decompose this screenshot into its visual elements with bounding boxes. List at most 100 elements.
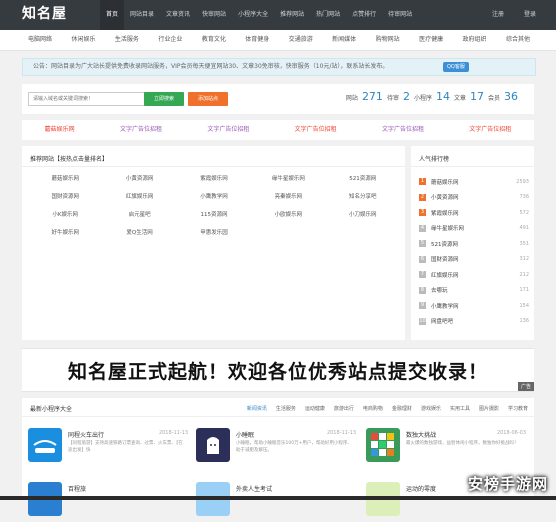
- rank-site-name[interactable]: 缘牛星娱乐网: [431, 224, 519, 232]
- site-link[interactable]: 小K娱乐网: [28, 210, 102, 218]
- miniapp-name[interactable]: 运动的零度: [406, 484, 436, 493]
- rank-site-name[interactable]: 红旗娱乐网: [431, 271, 519, 279]
- miniapp-tab[interactable]: 生活服务: [276, 405, 296, 412]
- add-site-button[interactable]: 添加站点: [188, 92, 228, 106]
- category-link[interactable]: 电脑网络: [28, 30, 52, 50]
- category-link[interactable]: 购物网站: [376, 30, 400, 50]
- category-link[interactable]: 教育文化: [202, 30, 226, 50]
- category-link[interactable]: 综合其他: [506, 30, 530, 50]
- category-link[interactable]: 医疗健康: [419, 30, 443, 50]
- category-link[interactable]: 生活服务: [115, 30, 139, 50]
- menu-fast-review[interactable]: 快审网站: [196, 0, 232, 30]
- category-link[interactable]: 交通旅游: [289, 30, 313, 50]
- banner-ad[interactable]: 知名屋正式起航！欢迎各位优秀站点提交收录！ 广告: [22, 348, 534, 392]
- login-link[interactable]: 登录: [524, 0, 536, 30]
- site-link[interactable]: 红旗娱乐网: [102, 192, 176, 200]
- miniapp-tab[interactable]: 游戏娱乐: [421, 405, 441, 412]
- miniapp-card[interactable]: 数独大挑战 2018-06-03 最火爆的数独游戏，益智休闲小程序，数独你好挑战…: [366, 428, 526, 468]
- ranking-item[interactable]: 6 国财资源网 312: [419, 252, 529, 268]
- miniapp-tab[interactable]: 学习教育: [508, 405, 528, 412]
- ad-link[interactable]: 文字广告位招租: [295, 120, 337, 140]
- ranking-item[interactable]: 10 网盘吧吧 136: [419, 314, 529, 330]
- site-logo[interactable]: 知名屋: [22, 3, 67, 23]
- ranking-item[interactable]: 8 去哪玩 171: [419, 283, 529, 299]
- miniapp-desc: 【同程旅游】支持高速铁路订票查询、过票、火车票、【在途出发】快: [68, 441, 183, 453]
- ad-link[interactable]: 文字广告位招租: [382, 120, 424, 140]
- rank-site-name[interactable]: 国财资源网: [431, 255, 519, 263]
- menu-miniapps[interactable]: 小程序大全: [232, 0, 274, 30]
- miniapp-tab[interactable]: 金融理财: [392, 405, 412, 412]
- site-link[interactable]: [251, 228, 325, 236]
- ranking-item[interactable]: 9 小鹰教学网 154: [419, 298, 529, 314]
- miniapp-name[interactable]: 小睡眠: [236, 430, 254, 439]
- stat-label: 网站: [345, 95, 358, 102]
- miniapp-tab[interactable]: 电商购物: [363, 405, 383, 412]
- ad-link[interactable]: 文字广告位招租: [469, 120, 511, 140]
- site-link[interactable]: 小欧娱乐网: [251, 210, 325, 218]
- site-link[interactable]: 知名分享吧: [326, 192, 400, 200]
- site-link[interactable]: 115资源网: [177, 210, 251, 218]
- ad-link[interactable]: 文字广告位招租: [120, 120, 162, 140]
- search-input[interactable]: [28, 92, 146, 106]
- rank-site-name[interactable]: 紫霞娱乐网: [431, 209, 519, 217]
- miniapp-card[interactable]: 同程火车出行 2018-11-13 【同程旅游】支持高速铁路订票查询、过票、火车…: [28, 428, 188, 468]
- site-link[interactable]: 缘牛星娱乐网: [251, 174, 325, 182]
- miniapp-name[interactable]: 数独大挑战: [406, 430, 436, 439]
- miniapp-card[interactable]: 百程旅: [28, 482, 188, 522]
- rank-site-name[interactable]: 521资源网: [431, 240, 519, 248]
- menu-home[interactable]: 首页: [100, 0, 125, 30]
- rank-site-name[interactable]: 去哪玩: [431, 286, 519, 294]
- site-link[interactable]: 好牛娱乐网: [28, 228, 102, 236]
- miniapp-tab[interactable]: 图片摄影: [479, 405, 499, 412]
- miniapp-card[interactable]: 外卖人生考试: [196, 482, 356, 522]
- qq-service-button[interactable]: QQ客服: [443, 62, 469, 72]
- menu-likes-ranking[interactable]: 点赞排行: [346, 0, 382, 30]
- rank-number: 1: [419, 178, 426, 186]
- miniapp-tab[interactable]: 实用工具: [450, 405, 470, 412]
- miniapp-card[interactable]: 小睡眠 2018-11-13 小睡眠，帮助小睡眠音乐100万+用户，帮助好用小程…: [196, 428, 356, 468]
- ranking-item[interactable]: 5 521资源网 351: [419, 236, 529, 252]
- category-link[interactable]: 新闻媒体: [332, 30, 356, 50]
- menu-popular[interactable]: 热门网站: [310, 0, 346, 30]
- site-link[interactable]: 小鹰教学网: [177, 192, 251, 200]
- rank-site-name[interactable]: 蘑菇娱乐网: [431, 178, 516, 186]
- miniapp-name[interactable]: 外卖人生考试: [236, 484, 272, 493]
- site-link[interactable]: 甲惠发乐园: [177, 228, 251, 236]
- ranking-item[interactable]: 3 紫霞娱乐网 572: [419, 205, 529, 221]
- ad-link[interactable]: 蘑菇娱乐网: [45, 120, 75, 140]
- menu-articles[interactable]: 文章资讯: [160, 0, 196, 30]
- menu-pending[interactable]: 待审网站: [382, 0, 418, 30]
- site-link[interactable]: 启元星吧: [102, 210, 176, 218]
- miniapp-tab[interactable]: 旅游出行: [334, 405, 354, 412]
- category-link[interactable]: 体育健身: [245, 30, 269, 50]
- site-link[interactable]: [326, 228, 400, 236]
- ranking-item[interactable]: 4 缘牛星娱乐网 491: [419, 221, 529, 237]
- miniapp-name[interactable]: 同程火车出行: [68, 430, 104, 439]
- miniapp-name[interactable]: 百程旅: [68, 484, 86, 493]
- site-link[interactable]: 国财资源网: [28, 192, 102, 200]
- site-link[interactable]: 爱Q生活网: [102, 228, 176, 236]
- site-link[interactable]: 小刀娱乐网: [326, 210, 400, 218]
- menu-recommended[interactable]: 推荐网站: [274, 0, 310, 30]
- rank-site-name[interactable]: 小黄资源网: [431, 193, 519, 201]
- ranking-item[interactable]: 1 蘑菇娱乐网 2593: [419, 174, 529, 190]
- ranking-item[interactable]: 7 红旗娱乐网 212: [419, 267, 529, 283]
- category-link[interactable]: 休闲娱乐: [71, 30, 95, 50]
- miniapp-tab[interactable]: 运动健康: [305, 405, 325, 412]
- category-link[interactable]: 政府组织: [463, 30, 487, 50]
- site-link[interactable]: 蘑菇娱乐网: [28, 174, 102, 182]
- site-link[interactable]: 小黄资源网: [102, 174, 176, 182]
- category-link[interactable]: 行业企业: [158, 30, 182, 50]
- site-link[interactable]: 亮秦娱乐网: [251, 192, 325, 200]
- ranking-item[interactable]: 2 小黄资源网 736: [419, 190, 529, 206]
- rank-site-name[interactable]: 网盘吧吧: [431, 317, 519, 325]
- rank-site-name[interactable]: 小鹰教学网: [431, 302, 519, 310]
- rank-number: 7: [419, 271, 426, 279]
- search-button[interactable]: 立即搜索: [144, 92, 184, 106]
- register-link[interactable]: 注册: [492, 0, 504, 30]
- miniapp-tab[interactable]: 新闻资讯: [247, 405, 267, 412]
- ad-link[interactable]: 文字广告位招租: [207, 120, 249, 140]
- site-link[interactable]: 紫霞娱乐网: [177, 174, 251, 182]
- site-link[interactable]: 521资源网: [326, 174, 400, 182]
- menu-directory[interactable]: 网站目录: [124, 0, 160, 30]
